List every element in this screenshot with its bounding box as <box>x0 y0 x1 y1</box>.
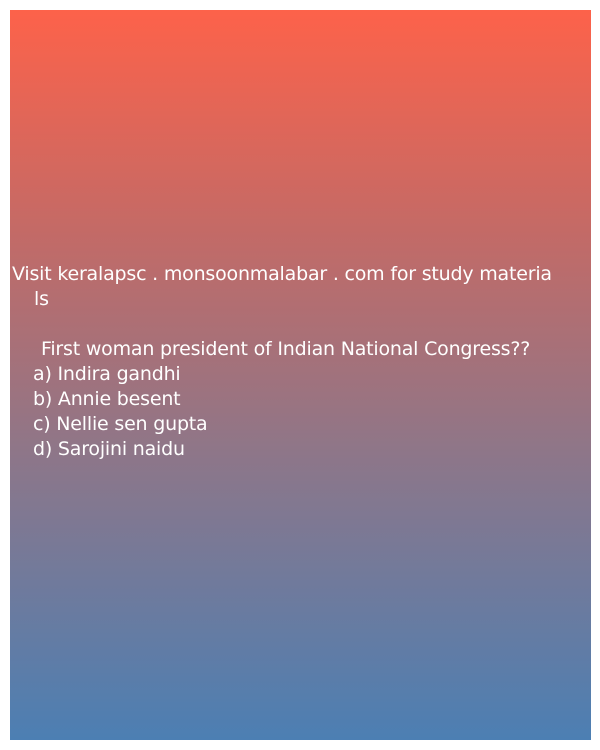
quiz-text-block: Visit keralapsc . monsoonmalabar . com f… <box>10 262 591 462</box>
quiz-card: Visit keralapsc . monsoonmalabar . com f… <box>10 10 591 740</box>
option-d: d) Sarojini naidu <box>33 438 185 460</box>
promo-text-line-2: ls <box>34 288 49 310</box>
option-b: b) Annie besent <box>33 388 181 410</box>
promo-text-line-1: Visit keralapsc . monsoonmalabar . com f… <box>12 263 552 285</box>
option-c: c) Nellie sen gupta <box>33 413 208 435</box>
question-text: First woman president of Indian National… <box>41 338 531 360</box>
option-a: a) Indira gandhi <box>33 363 181 385</box>
